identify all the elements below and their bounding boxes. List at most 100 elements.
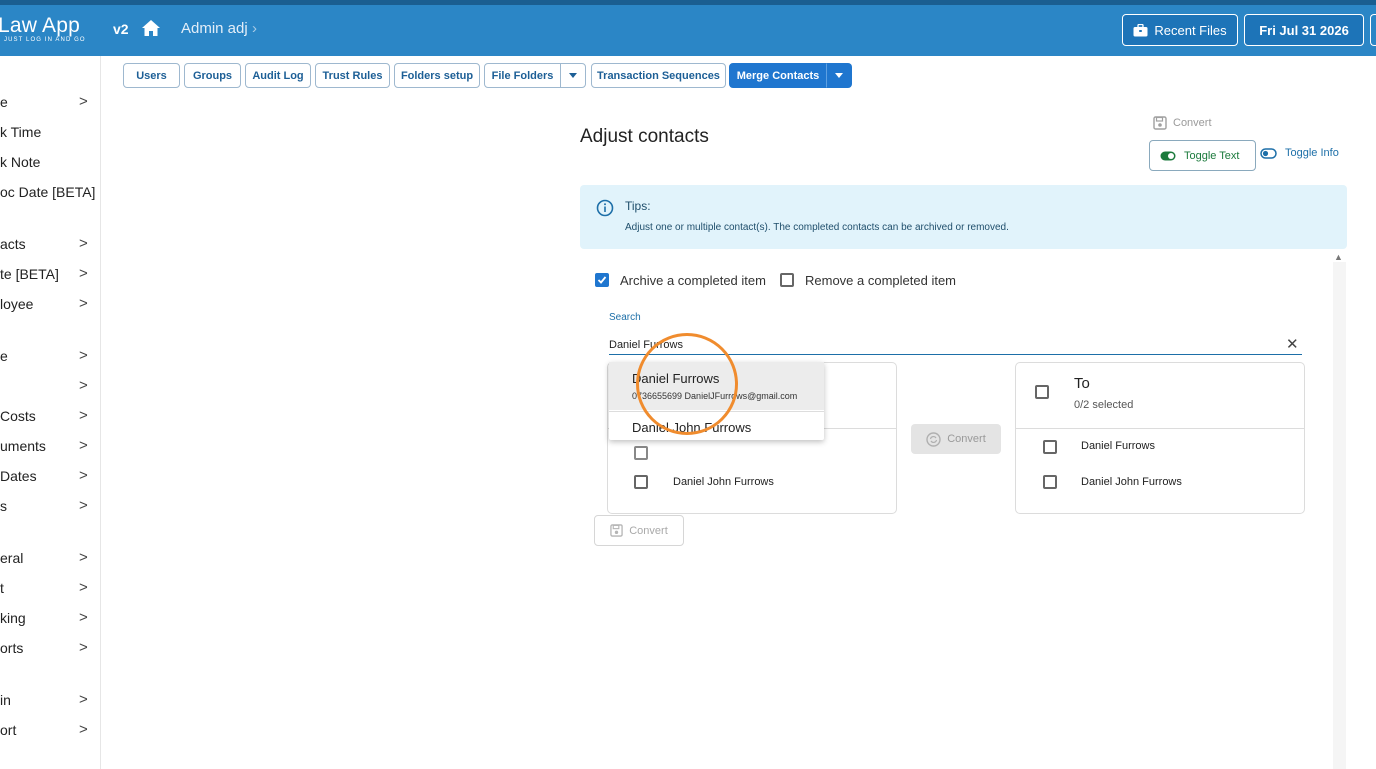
- tab-groups[interactable]: Groups: [184, 63, 241, 88]
- sidebar-item[interactable]: Costs >: [0, 405, 100, 429]
- tab-folders-setup[interactable]: Folders setup: [394, 63, 480, 88]
- to-title: To: [1074, 375, 1090, 392]
- remove-label: Remove a completed item: [805, 273, 957, 288]
- sidebar-item-label: s: [0, 498, 7, 514]
- toggle-info-label: Toggle Info: [1285, 147, 1339, 159]
- chevron-right-icon: >: [79, 639, 88, 656]
- chevron-right-icon: >: [79, 295, 88, 312]
- to-row-checkbox[interactable]: [1043, 475, 1057, 489]
- to-row-checkbox[interactable]: [1043, 440, 1057, 454]
- sidebar-item[interactable]: in >: [0, 689, 100, 713]
- sidebar-item-label: ort: [0, 722, 17, 738]
- save-icon: [610, 524, 623, 537]
- chevron-right-icon: >: [79, 549, 88, 566]
- home-icon[interactable]: [141, 18, 161, 38]
- sidebar-item[interactable]: acts >: [0, 233, 100, 257]
- sidebar-item[interactable]: t >: [0, 577, 100, 601]
- convert-middle-button[interactable]: Convert: [911, 424, 1001, 454]
- tab-trust-rules[interactable]: Trust Rules: [315, 63, 390, 88]
- sidebar-item-label: oc Date [BETA]: [0, 184, 96, 200]
- merge-contacts-dropdown[interactable]: [826, 63, 852, 88]
- tab-transaction-sequences[interactable]: Transaction Sequences: [591, 63, 726, 88]
- from-row-checkbox[interactable]: [634, 475, 648, 489]
- sidebar-item[interactable]: s >: [0, 495, 100, 519]
- breadcrumb[interactable]: Admin adj: [181, 20, 248, 37]
- top-bar: Law App JUST LOG IN AND GO v2 Admin adj …: [0, 0, 1376, 56]
- archive-label: Archive a completed item: [620, 273, 766, 288]
- convert-bottom-label: Convert: [629, 524, 668, 537]
- tab-audit-log[interactable]: Audit Log: [245, 63, 311, 88]
- click-highlight-circle: [636, 333, 738, 435]
- to-panel: To 0/2 selected Daniel Furrows Daniel Jo…: [1015, 362, 1305, 514]
- sidebar-item-label: e: [0, 348, 8, 364]
- sidebar-item-label: e: [0, 94, 8, 110]
- sidebar-item-label: k Note: [0, 154, 41, 170]
- save-icon: [1153, 116, 1167, 130]
- logo-tagline: JUST LOG IN AND GO: [4, 37, 86, 43]
- recent-files-button[interactable]: Recent Files: [1122, 14, 1238, 46]
- from-row-label: Daniel John Furrows: [673, 476, 774, 488]
- sidebar-item[interactable]: eral >: [0, 547, 100, 571]
- convert-bottom-button[interactable]: Convert: [594, 515, 684, 546]
- caret-down-icon: [835, 73, 843, 78]
- sidebar: e > k Time k Note oc Date [BETA] acts > te…: [0, 56, 101, 769]
- tab-users[interactable]: Users: [123, 63, 180, 88]
- check-icon: [597, 276, 607, 284]
- sidebar-item[interactable]: ort >: [0, 719, 100, 743]
- chevron-right-icon: >: [79, 437, 88, 454]
- sidebar-item[interactable]: king >: [0, 607, 100, 631]
- scroll-up-icon[interactable]: ▲: [1334, 252, 1343, 262]
- convert-top-button[interactable]: Convert: [1153, 116, 1212, 130]
- sidebar-item[interactable]: oc Date [BETA]: [0, 181, 100, 205]
- to-row-label: Daniel Furrows: [1081, 440, 1155, 452]
- sidebar-item[interactable]: te [BETA] >: [0, 263, 100, 287]
- app-logo[interactable]: Law App JUST LOG IN AND GO: [0, 14, 86, 44]
- chevron-right-icon: ›: [252, 20, 257, 37]
- toggle-text-button[interactable]: Toggle Text: [1149, 140, 1256, 171]
- sidebar-item-label: acts: [0, 236, 26, 252]
- panel-divider: [1016, 428, 1304, 429]
- sidebar-item-label: Costs: [0, 408, 36, 424]
- toggle-on-icon: [1160, 151, 1176, 160]
- sidebar-item[interactable]: Dates >: [0, 465, 100, 489]
- chevron-right-icon: >: [79, 497, 88, 514]
- briefcase-icon: [1133, 23, 1148, 36]
- from-row-checkbox-partial[interactable]: [634, 446, 648, 460]
- sidebar-item-label: k Time: [0, 124, 42, 140]
- sidebar-item[interactable]: k Note: [0, 151, 100, 175]
- chevron-right-icon: >: [79, 235, 88, 252]
- chevron-right-icon: >: [79, 407, 88, 424]
- sidebar-item-label: Dates: [0, 468, 37, 484]
- sidebar-item-label: in: [0, 692, 11, 708]
- sidebar-item[interactable]: e >: [0, 345, 100, 369]
- tab-merge-contacts[interactable]: Merge Contacts: [729, 63, 827, 88]
- chevron-right-icon: >: [79, 579, 88, 596]
- sidebar-item[interactable]: loyee >: [0, 293, 100, 317]
- sidebar-item[interactable]: k Time: [0, 121, 100, 145]
- date-button[interactable]: Fri Jul 31 2026: [1244, 14, 1364, 46]
- sync-icon: [926, 431, 941, 447]
- remove-checkbox[interactable]: [780, 273, 794, 287]
- sidebar-item[interactable]: uments >: [0, 435, 100, 459]
- close-icon[interactable]: ✕: [1286, 335, 1299, 353]
- toggle-text-label: Toggle Text: [1184, 149, 1240, 162]
- version-label[interactable]: v2: [113, 21, 129, 37]
- convert-top-label: Convert: [1173, 117, 1212, 129]
- chevron-right-icon: >: [79, 721, 88, 738]
- toggle-info-button[interactable]: Toggle Info: [1260, 147, 1339, 159]
- logo-text: Law App: [0, 14, 80, 37]
- sidebar-item[interactable]: orts >: [0, 637, 100, 661]
- scrollbar-track[interactable]: [1333, 262, 1346, 769]
- chevron-right-icon: >: [79, 265, 88, 282]
- archive-checkbox[interactable]: [595, 273, 609, 287]
- tab-file-folders[interactable]: File Folders: [484, 63, 561, 88]
- file-folders-dropdown[interactable]: [560, 63, 586, 88]
- sidebar-item-label: orts: [0, 640, 24, 656]
- to-select-all-checkbox[interactable]: [1035, 385, 1049, 399]
- recent-files-label: Recent Files: [1154, 22, 1227, 38]
- header-button-edge[interactable]: [1370, 14, 1376, 46]
- chevron-right-icon: >: [79, 377, 88, 394]
- sidebar-item[interactable]: >: [0, 375, 100, 399]
- sidebar-item[interactable]: e >: [0, 91, 100, 115]
- toggle-off-icon: [1260, 147, 1277, 159]
